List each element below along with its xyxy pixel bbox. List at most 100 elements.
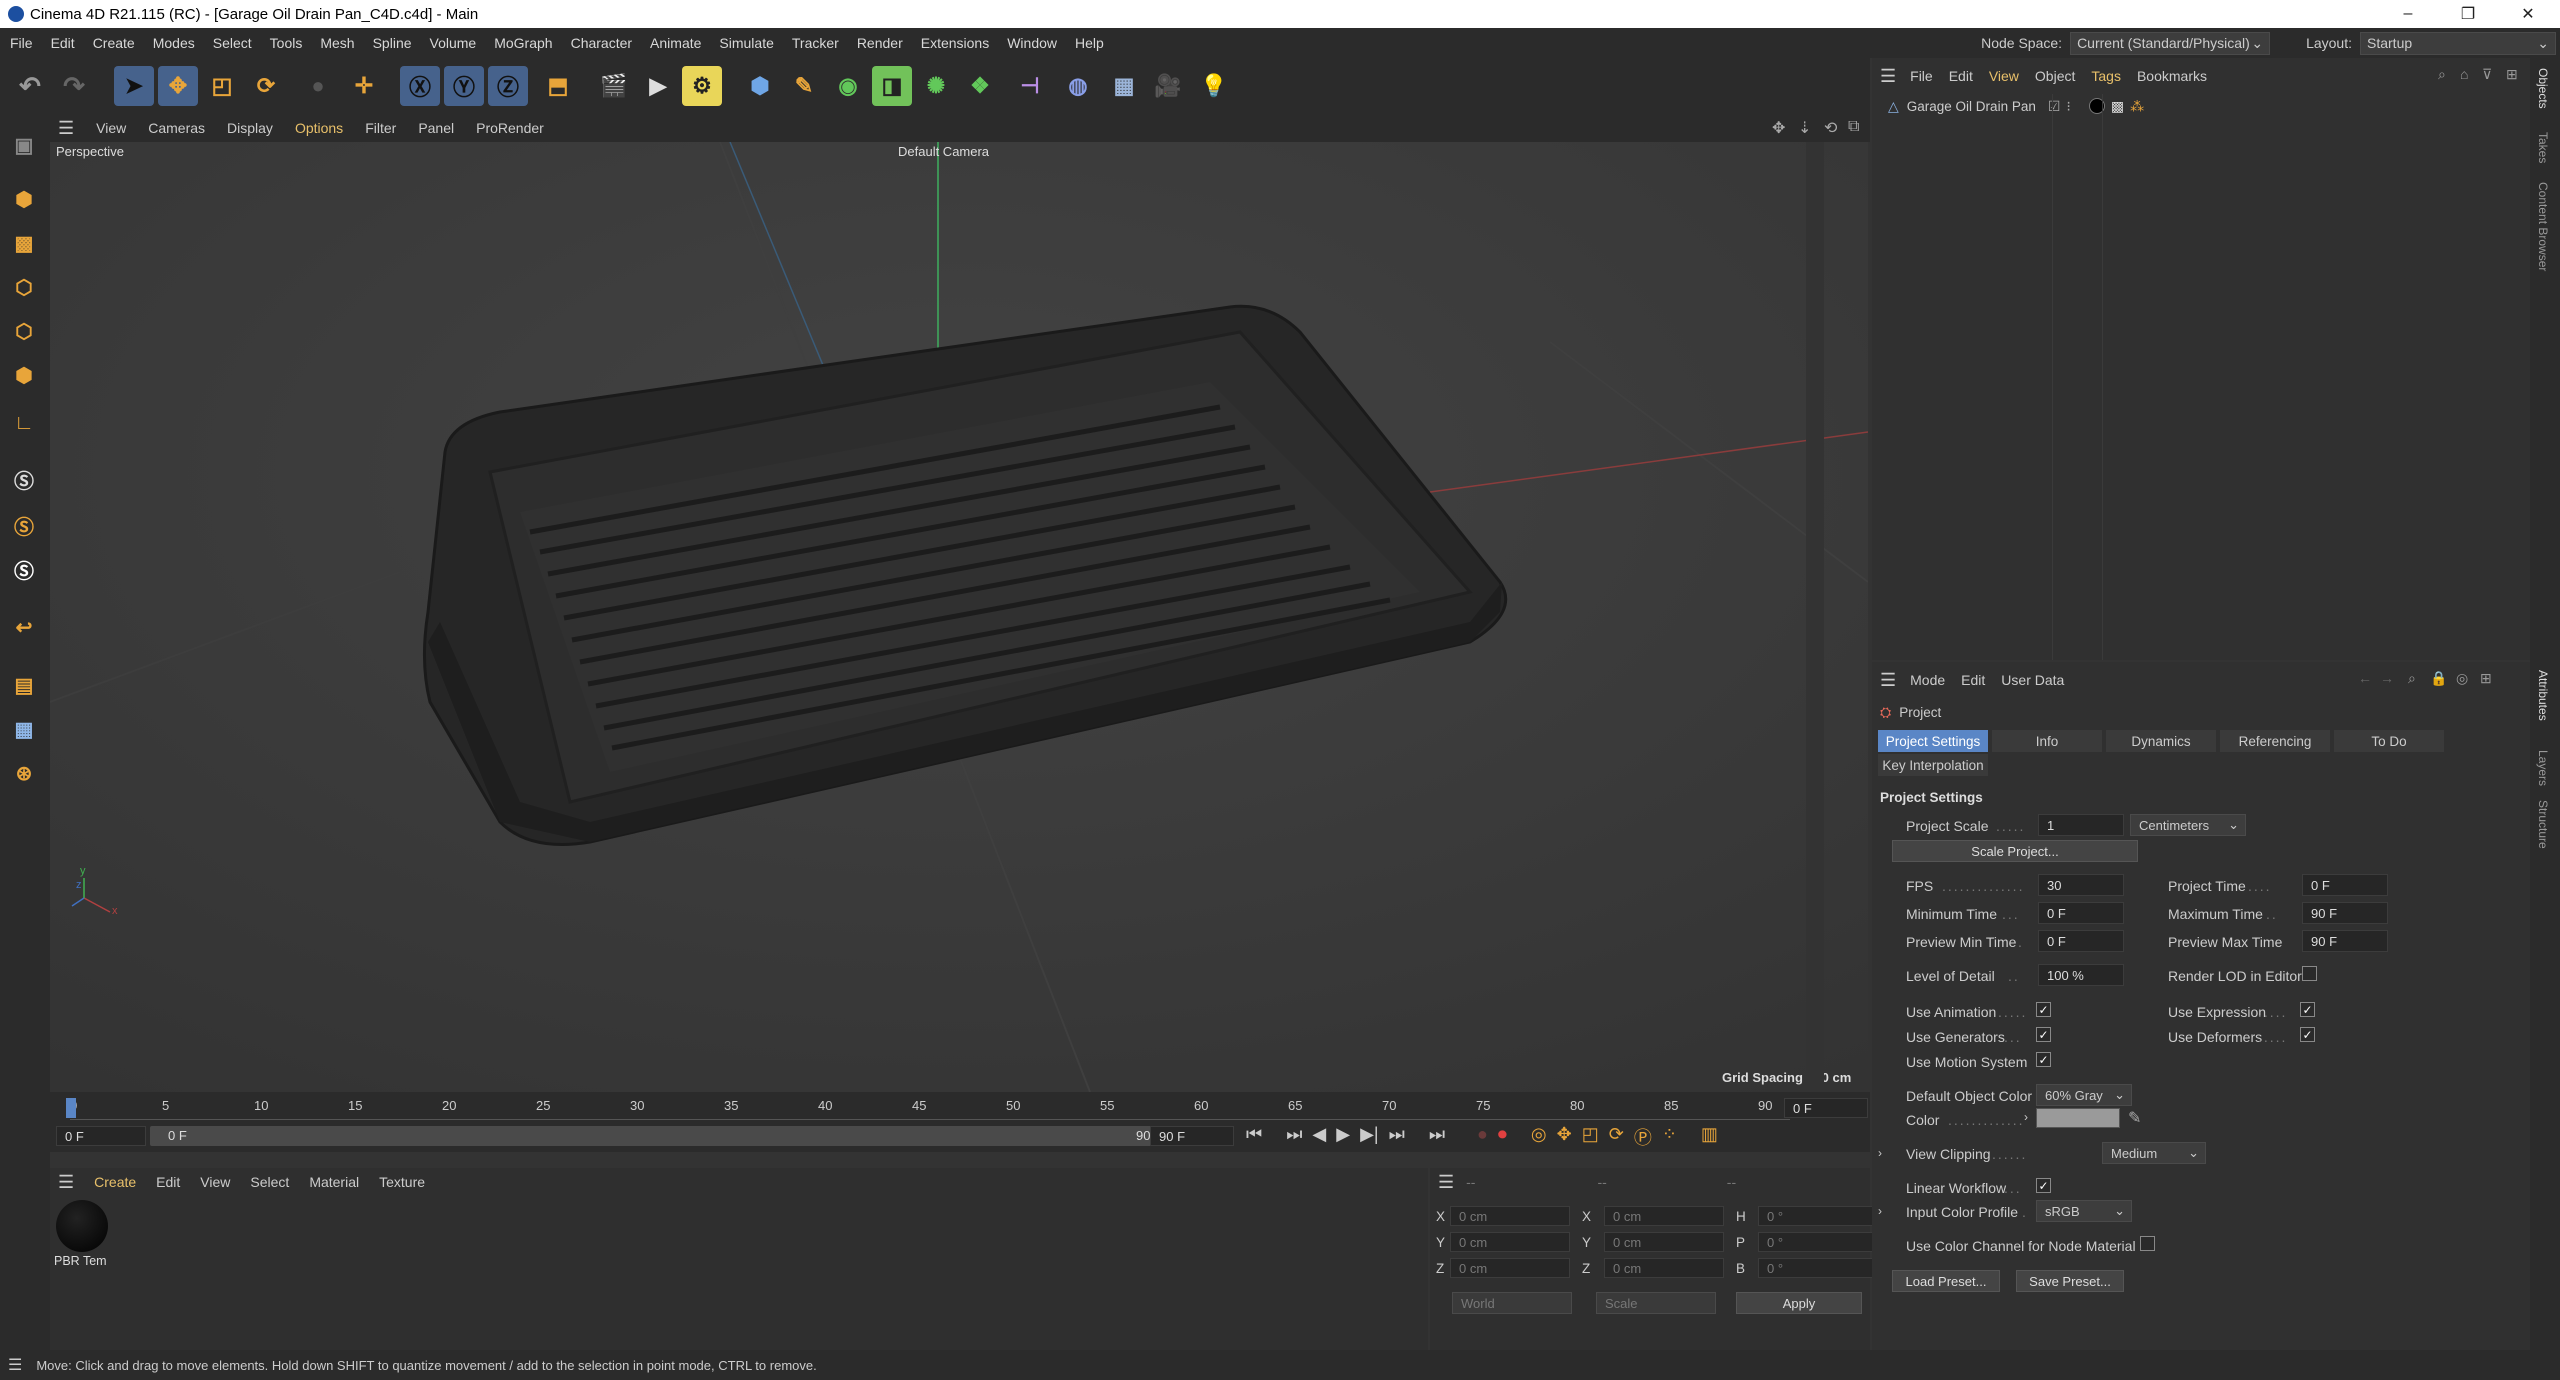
rotation-h-field[interactable]: 0 ° [1758,1206,1878,1226]
select-arrow-icon[interactable]: ➤ [114,66,154,106]
key-position-icon[interactable]: ✥ [1557,1124,1572,1148]
back-arrow-icon[interactable]: ← [2358,670,2372,686]
autokey-icon[interactable]: ⏺ [1498,1124,1507,1148]
obj-menu-file[interactable]: File [1910,68,1933,84]
go-to-end-icon[interactable]: ⏭ [1429,1124,1445,1148]
pan-view-icon[interactable]: ✥ [1772,118,1785,138]
camera-name[interactable]: Default Camera [898,144,989,159]
save-preset-button[interactable]: Save Preset... [2016,1270,2124,1292]
filter-icon[interactable]: ⊽ [2482,66,2492,83]
project-time-field[interactable]: 0 F [2302,874,2388,896]
chevron-right-icon[interactable]: › [1878,1204,1882,1218]
object-name[interactable]: Garage Oil Drain Pan [1907,99,2036,114]
menu-character[interactable]: Character [571,35,632,51]
settings-icon[interactable]: ◎ [2456,670,2468,687]
hamburger-icon[interactable]: ☰ [58,118,74,139]
menu-tracker[interactable]: Tracker [792,35,839,51]
color-swatch[interactable] [2036,1108,2120,1128]
render-settings-icon[interactable]: ⚙ [682,66,722,106]
timeline-window-icon[interactable]: ▥ [1701,1124,1718,1148]
key-rotation-icon[interactable]: ⟳ [1609,1124,1624,1148]
subdivision-icon[interactable]: ◉ [828,66,868,106]
add-tool-icon[interactable]: ✛ [344,66,384,106]
mat-menu-material[interactable]: Material [309,1174,359,1190]
use-color-channel-checkbox[interactable] [2140,1236,2155,1251]
object-row[interactable]: △ Garage Oil Drain Pan ☑ ⁝ ▩ ⁂ [1872,94,2530,118]
forward-arrow-icon[interactable]: → [2380,670,2394,686]
mat-menu-edit[interactable]: Edit [156,1174,180,1190]
tab-referencing[interactable]: Referencing [2220,730,2330,752]
tab-to-do[interactable]: To Do [2334,730,2444,752]
side-tab-objects[interactable]: Objects [2536,68,2550,109]
use-animation-checkbox[interactable]: ✓ [2036,1002,2051,1017]
search-icon[interactable]: ⌕ [2438,66,2446,83]
move-tool-icon[interactable]: ✥ [158,66,198,106]
previous-frame-icon[interactable]: ◀ [1312,1124,1326,1148]
home-icon[interactable]: ⌂ [2460,66,2468,82]
tab-key-interpolation[interactable]: Key Interpolation [1878,754,1988,776]
menu-spline[interactable]: Spline [373,35,412,51]
locked-workplane-icon[interactable]: ▦ [5,710,43,748]
tab-project-settings[interactable]: Project Settings [1878,730,1988,752]
view-clipping-dropdown[interactable]: Medium ⌄ [2102,1142,2206,1164]
chevron-right-icon[interactable]: › [1878,1146,1882,1160]
zoom-view-icon[interactable]: ⇣ [1798,118,1811,138]
attr-menu-edit[interactable]: Edit [1961,672,1985,688]
coordinate-system-icon[interactable]: ⬒ [538,66,578,106]
menu-mesh[interactable]: Mesh [320,35,354,51]
x-axis-lock-icon[interactable]: Ⓧ [400,66,440,106]
mat-menu-view[interactable]: View [200,1174,230,1190]
next-key-icon[interactable]: ⏭ [1389,1124,1405,1148]
pen-spline-icon[interactable]: ✎ [784,66,824,106]
maximize-view-icon[interactable]: ⧉ [1848,118,1859,136]
render-view-icon[interactable]: ▶ [638,66,678,106]
menu-mograph[interactable]: MoGraph [494,35,552,51]
apply-button[interactable]: Apply [1736,1292,1862,1314]
menu-render[interactable]: Render [857,35,903,51]
side-tab-attributes[interactable]: Attributes [2536,670,2550,721]
rotate-tool-icon[interactable]: ⟳ [246,66,286,106]
key-selection-icon[interactable]: ◎ [1531,1124,1547,1148]
layout-dropdown[interactable]: Startup ⌄ [2360,31,2556,55]
deformer-icon[interactable]: ⊣ [1010,66,1050,106]
undo-icon[interactable]: ↶ [10,66,50,106]
scale-project-button[interactable]: Scale Project... [1892,840,2138,862]
render-region-icon[interactable]: 🎬 [594,66,634,106]
default-color-dropdown[interactable]: 60% Gray ⌄ [2036,1084,2132,1106]
key-parameter-icon[interactable]: Ⓟ [1634,1124,1652,1148]
menu-edit[interactable]: Edit [51,35,75,51]
camera-icon[interactable]: 🎥 [1148,66,1188,106]
snap-icon[interactable]: Ⓢ [5,460,43,498]
position-x-field[interactable]: 0 cm [1450,1206,1570,1226]
use-generators-checkbox[interactable]: ✓ [2036,1027,2051,1042]
mat-menu-create[interactable]: Create [94,1174,136,1190]
viewport-menu-prorender[interactable]: ProRender [476,120,544,136]
y-axis-lock-icon[interactable]: Ⓨ [444,66,484,106]
close-button[interactable]: ✕ [2500,0,2556,28]
position-y-field[interactable]: 0 cm [1450,1232,1570,1252]
project-scale-field[interactable]: 1 [2038,814,2124,836]
tab-info[interactable]: Info [1992,730,2102,752]
menu-window[interactable]: Window [1007,35,1057,51]
hamburger-icon[interactable]: ☰ [1880,66,1896,87]
search-icon[interactable]: ⌕ [2408,670,2416,687]
obj-menu-view[interactable]: View [1989,68,2019,84]
z-axis-lock-icon[interactable]: Ⓩ [488,66,528,106]
hamburger-icon[interactable]: ☰ [8,1355,22,1375]
side-tab-takes[interactable]: Takes [2536,132,2550,163]
redo-icon[interactable]: ↷ [54,66,94,106]
viewport-menu-options[interactable]: Options [295,120,343,136]
obj-menu-tags[interactable]: Tags [2091,68,2121,84]
tweak-mode-icon[interactable]: ↩ [5,608,43,646]
viewport-menu-filter[interactable]: Filter [365,120,396,136]
lock-icon[interactable]: 🔒 [2430,670,2447,687]
point-mode-icon[interactable]: ⬡ [5,268,43,306]
axis-mode-icon[interactable]: ∟ [5,404,43,442]
edge-mode-icon[interactable]: ⬡ [5,312,43,350]
scale-unit-dropdown[interactable]: Centimeters ⌄ [2130,814,2246,836]
viewport-menu-view[interactable]: View [96,120,126,136]
side-tab-structure[interactable]: Structure [2536,800,2550,849]
linear-workflow-checkbox[interactable]: ✓ [2036,1178,2051,1193]
minimize-button[interactable]: – [2380,0,2436,28]
mat-menu-select[interactable]: Select [250,1174,289,1190]
